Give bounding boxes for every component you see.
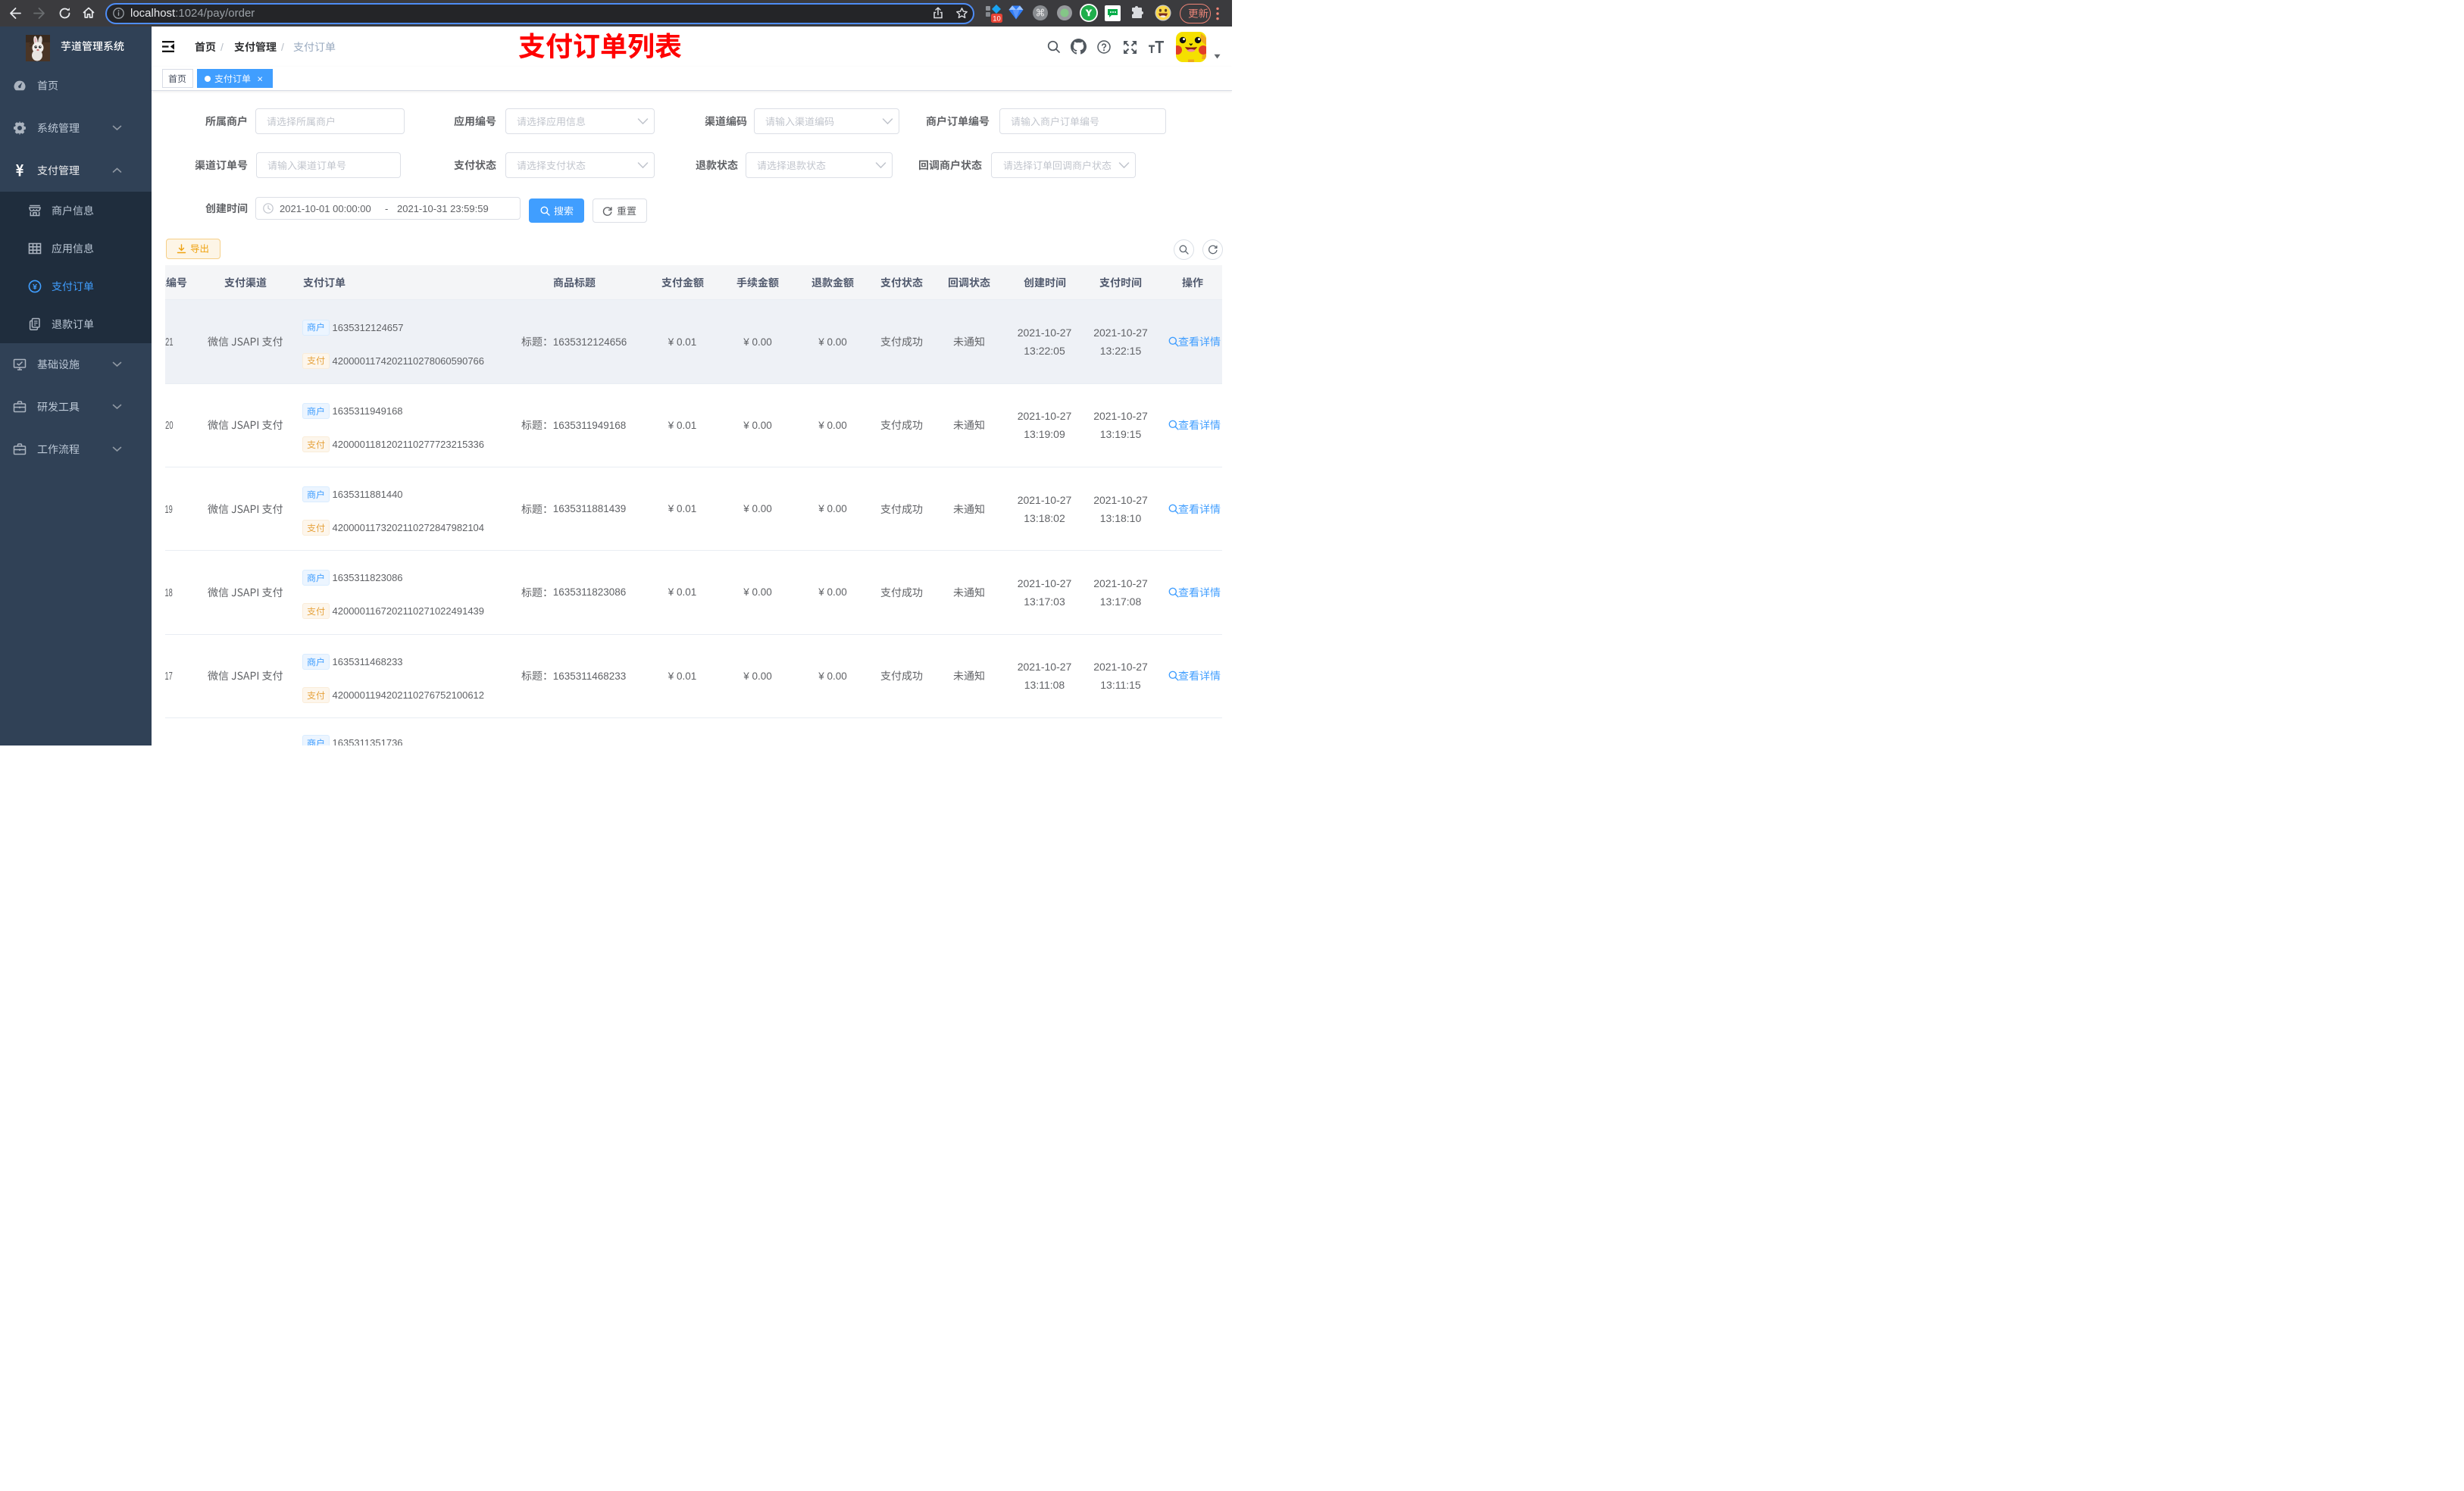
svg-text:10: 10 (993, 15, 1001, 23)
svg-text:⌘: ⌘ (1036, 8, 1046, 19)
svg-text:¥: ¥ (33, 283, 37, 292)
